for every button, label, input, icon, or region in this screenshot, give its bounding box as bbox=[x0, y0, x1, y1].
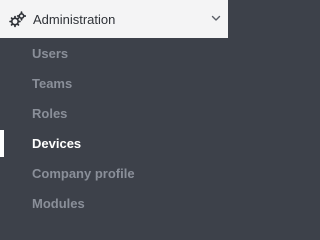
menu-item-modules[interactable]: Modules bbox=[0, 189, 228, 218]
section-title: Administration bbox=[33, 12, 116, 27]
menu-item-label: Roles bbox=[32, 106, 68, 121]
administration-section-header[interactable]: Administration bbox=[0, 0, 228, 38]
menu-item-label: Devices bbox=[32, 136, 82, 151]
menu-item-devices[interactable]: Devices bbox=[0, 129, 228, 158]
gears-icon bbox=[9, 11, 26, 28]
admin-sidebar-menu: Administration Users Teams Roles Devices… bbox=[0, 0, 228, 218]
menu-item-users[interactable]: Users bbox=[0, 39, 228, 68]
active-indicator bbox=[0, 130, 4, 157]
menu-item-label: Company profile bbox=[32, 166, 135, 181]
menu-item-label: Teams bbox=[32, 76, 73, 91]
menu-item-company-profile[interactable]: Company profile bbox=[0, 159, 228, 188]
menu-item-teams[interactable]: Teams bbox=[0, 69, 228, 98]
chevron-down-icon[interactable] bbox=[211, 15, 221, 22]
menu-item-roles[interactable]: Roles bbox=[0, 99, 228, 128]
menu-item-label: Users bbox=[32, 46, 69, 61]
menu-item-label: Modules bbox=[32, 196, 85, 211]
